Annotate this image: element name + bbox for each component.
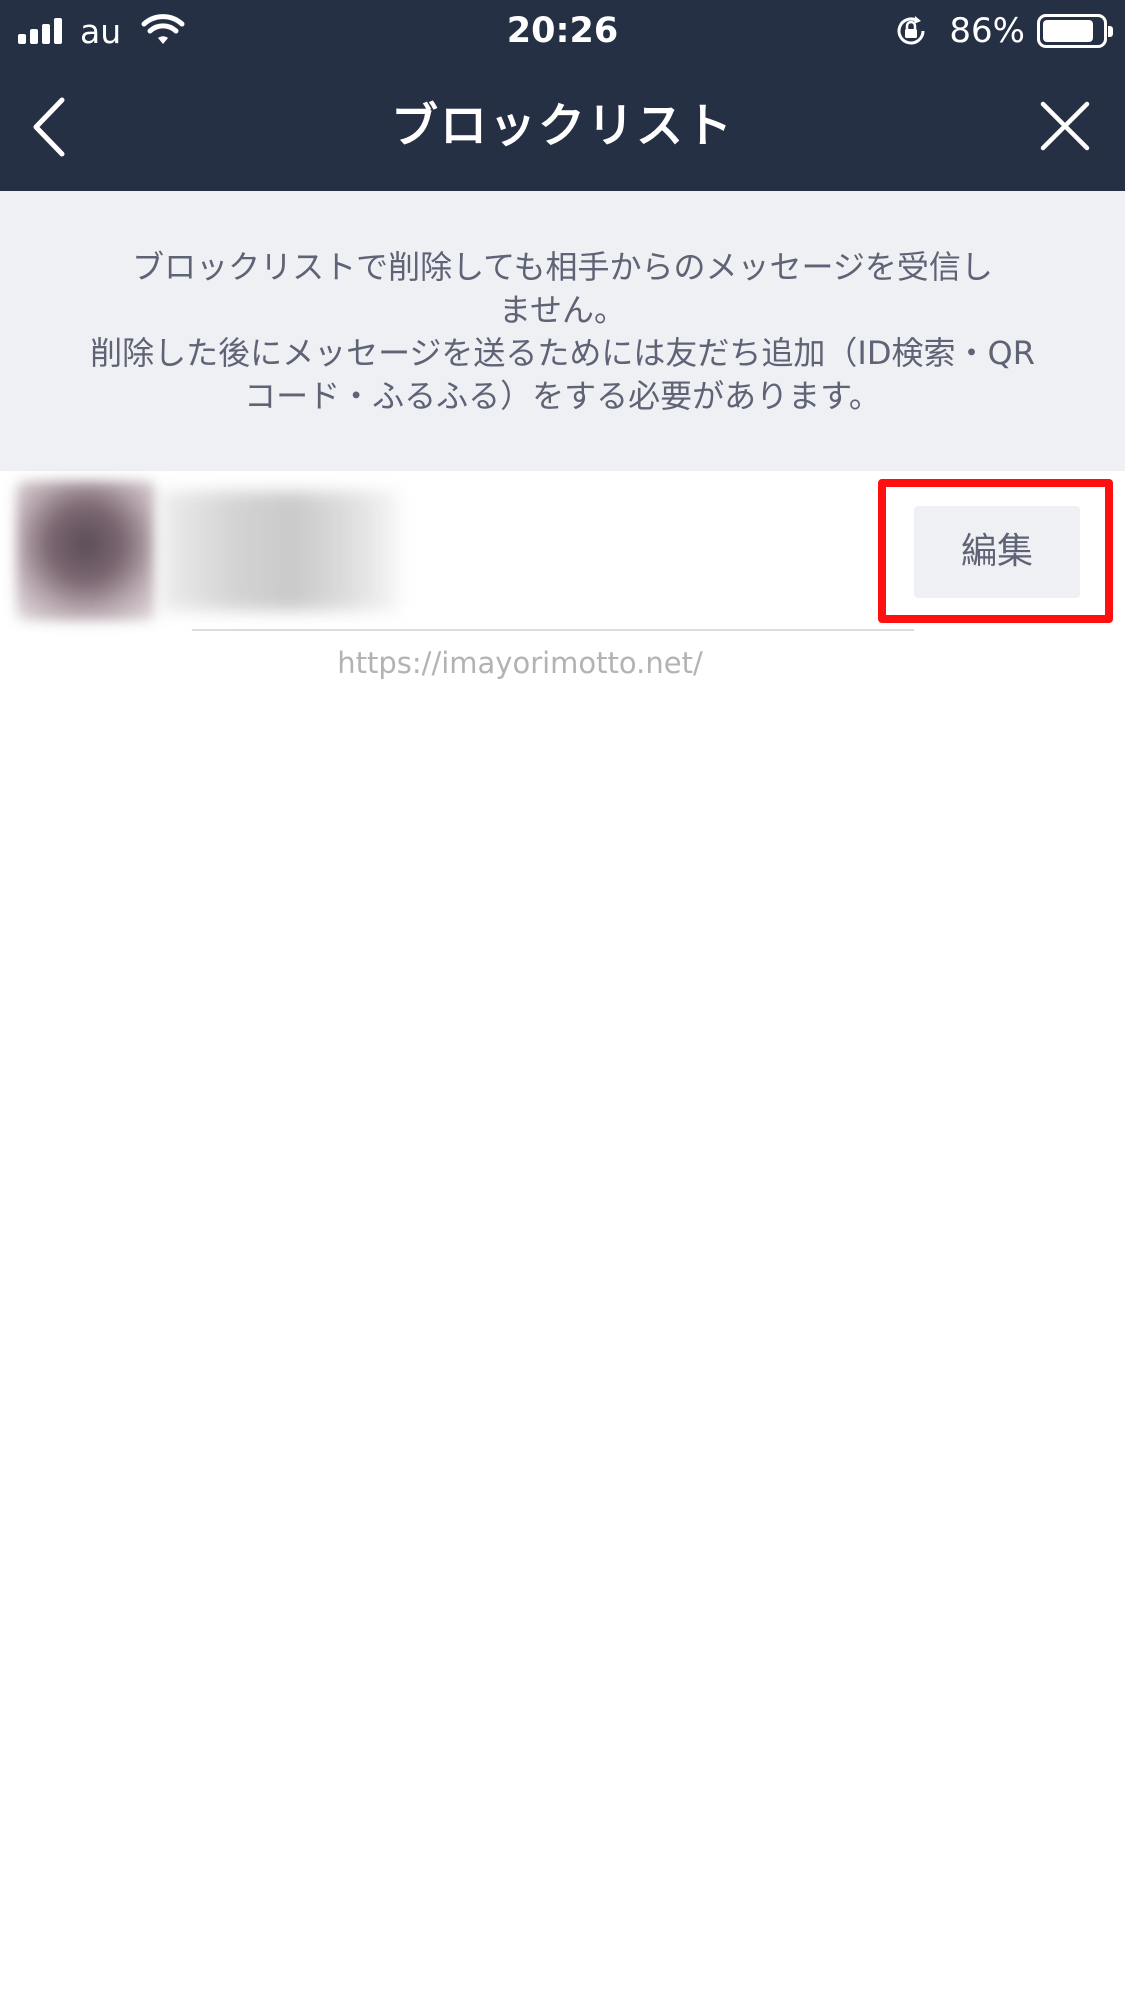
rotation-lock-icon (897, 16, 925, 45)
blurred-user-name (160, 491, 400, 611)
close-icon[interactable] (1039, 100, 1091, 152)
notice-line: ません。 (498, 291, 627, 329)
divider (192, 629, 914, 631)
notice-line: ブロックリストで削除しても相手からのメッセージを受信し (132, 248, 993, 286)
avatar (16, 481, 156, 621)
page-title: ブロックリスト (391, 99, 734, 154)
navigation-bar: ブロックリスト (0, 62, 1125, 191)
battery-percent: 86% (949, 11, 1025, 51)
edit-button[interactable]: 編集 (914, 506, 1080, 598)
battery-icon (1037, 14, 1113, 48)
block-list-notice: ブロックリストで削除しても相手からのメッセージを受信し ません。 削除した後にメ… (0, 191, 1125, 471)
status-bar: au 20:26 86% (0, 0, 1125, 62)
blocked-user-row[interactable]: 編集 (0, 471, 1125, 631)
watermark: https://imayorimotto.net/ (337, 646, 703, 680)
notice-line: コード・ふるふる）をする必要があります。 (244, 377, 881, 415)
status-right: 86% (893, 8, 1113, 54)
notice-line: 削除した後にメッセージを送るためには友だち追加（ID検索・QR (90, 334, 1035, 372)
